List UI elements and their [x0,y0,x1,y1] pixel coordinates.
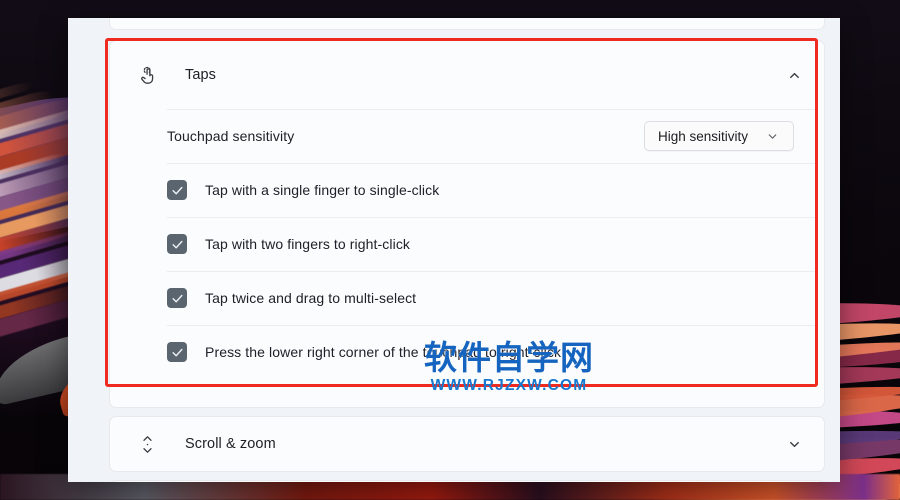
scroll-vertical-icon [132,429,162,459]
row-tap-two-fingers: Tap with two fingers to right-click [167,217,824,271]
checkbox-tap-twice-drag[interactable] [167,288,187,308]
touchpad-sensitivity-dropdown[interactable]: High sensitivity [644,121,794,151]
chevron-down-icon [766,130,779,143]
row-tap-single-finger: Tap with a single finger to single-click [167,163,824,217]
section-card-scroll-zoom: Scroll & zoom [109,416,825,472]
label-touchpad-sensitivity: Touchpad sensitivity [167,128,295,144]
label-tap-twice-drag: Tap twice and drag to multi-select [205,290,417,306]
section-header-taps[interactable]: Taps [110,41,824,109]
card-above-peek [109,18,825,30]
label-press-lower-right-corner: Press the lower right corner of the touc… [205,344,562,360]
chevron-down-icon[interactable] [787,437,802,452]
label-tap-single-finger: Tap with a single finger to single-click [205,182,440,198]
section-card-taps: Taps Touchpad sensitivity High sensitivi… [109,40,825,408]
settings-content-pane: Taps Touchpad sensitivity High sensitivi… [104,18,840,482]
section-title-taps: Taps [185,67,217,83]
desktop-background: Taps Touchpad sensitivity High sensitivi… [0,0,900,500]
dropdown-selected-value: High sensitivity [658,128,749,144]
checkbox-tap-single-finger[interactable] [167,180,187,200]
row-press-lower-right-corner: Press the lower right corner of the touc… [167,325,824,379]
section-header-scroll-zoom[interactable]: Scroll & zoom [110,417,824,471]
card-below-peek [109,480,825,482]
tap-gesture-icon [132,60,162,90]
section-title-scroll-zoom: Scroll & zoom [185,436,276,452]
chevron-up-icon[interactable] [787,68,802,83]
checkbox-press-lower-right-corner[interactable] [167,342,187,362]
row-touchpad-sensitivity: Touchpad sensitivity High sensitivity [167,109,824,163]
checkbox-tap-two-fingers[interactable] [167,234,187,254]
label-tap-two-fingers: Tap with two fingers to right-click [205,236,411,252]
row-tap-twice-drag: Tap twice and drag to multi-select [167,271,824,325]
settings-window: Taps Touchpad sensitivity High sensitivi… [68,18,840,482]
